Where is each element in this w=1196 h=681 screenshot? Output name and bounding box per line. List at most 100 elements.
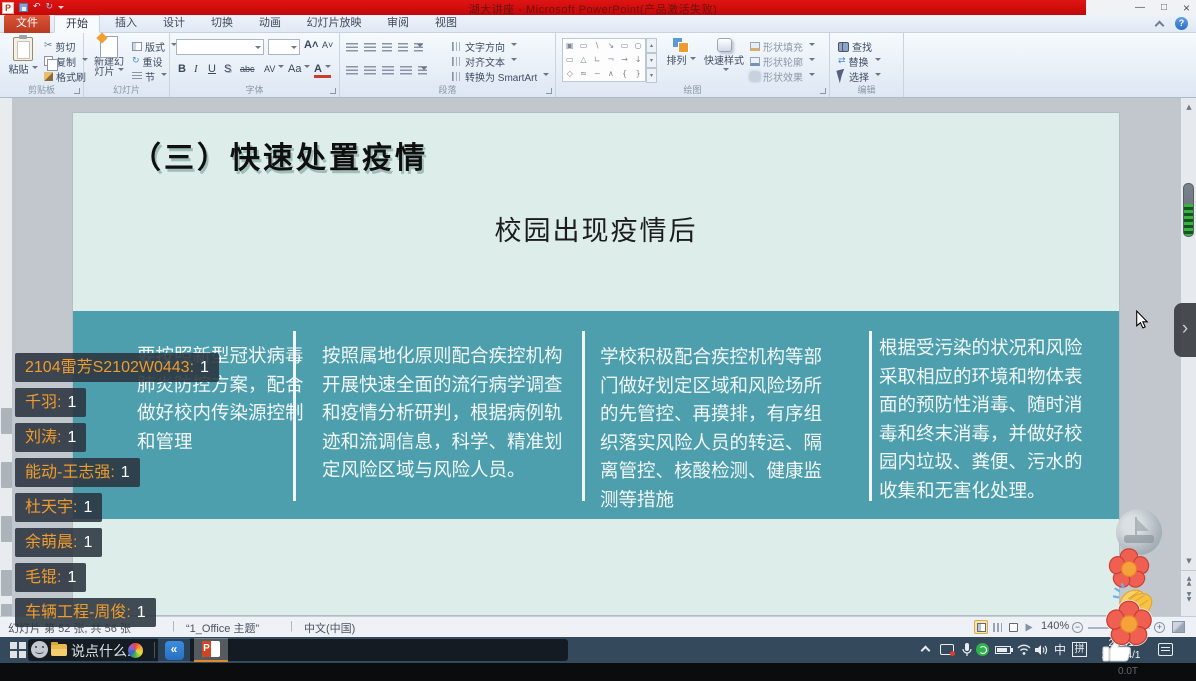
text-direction-button[interactable]: 文字方向: [452, 39, 517, 53]
shape-fill-button[interactable]: 形状填充: [750, 39, 815, 53]
underline-button[interactable]: U: [208, 63, 216, 75]
shape-icon[interactable]: ∧: [608, 70, 614, 78]
save-icon[interactable]: [19, 3, 28, 12]
shape-icon[interactable]: ¬: [607, 56, 614, 64]
screen-record-icon[interactable]: [940, 644, 954, 655]
grow-font-button[interactable]: A˄: [304, 39, 318, 51]
align-right-icon[interactable]: [382, 66, 394, 75]
format-painter-button[interactable]: 格式刷: [44, 69, 86, 83]
battery-icon[interactable]: [995, 646, 1011, 654]
align-text-button[interactable]: 对齐文本: [452, 54, 517, 68]
taskbar-item-meeting-app[interactable]: «: [158, 638, 190, 662]
convert-smartart-button[interactable]: 转换为 SmartArt: [452, 69, 549, 83]
quick-styles-button[interactable]: 快速样式: [702, 38, 746, 78]
qat-dropdown-icon[interactable]: [58, 6, 64, 12]
text-shadow-button[interactable]: S: [224, 63, 231, 75]
tray-expand-icon[interactable]: [921, 646, 931, 656]
shape-icon[interactable]: }: [636, 70, 641, 78]
maximize-button[interactable]: □: [1161, 3, 1167, 13]
shape-icon[interactable]: ≈: [580, 70, 587, 78]
shape-effects-button[interactable]: 形状效果: [750, 69, 815, 83]
copy-button[interactable]: 复制: [44, 54, 88, 68]
collapse-ribbon-icon[interactable]: [1155, 20, 1162, 27]
font-size-select[interactable]: [268, 39, 300, 55]
select-button[interactable]: 选择: [838, 69, 881, 83]
tab-home[interactable]: 开始: [54, 15, 100, 33]
bold-button[interactable]: B: [178, 63, 186, 75]
shape-icon[interactable]: \: [596, 42, 599, 50]
emoji-smiley-icon[interactable]: [31, 641, 48, 658]
italic-button[interactable]: I: [194, 63, 198, 75]
bullet-list-icon[interactable]: [346, 43, 358, 52]
previous-slide-button[interactable]: ▲▲: [1181, 576, 1196, 586]
slideshow-view-button[interactable]: [1022, 620, 1036, 634]
replace-button[interactable]: ⇄替换: [838, 54, 881, 68]
shape-icon[interactable]: △: [580, 56, 586, 64]
shapes-gallery[interactable]: ▣▭\↘▭○ ▭△∟¬→↓ ◇≈~∧{}: [562, 38, 646, 82]
shape-icon[interactable]: ▭: [566, 56, 574, 64]
undo-icon[interactable]: ↶: [33, 3, 41, 12]
next-slide-button[interactable]: ▼▼: [1181, 592, 1196, 602]
new-slide-button[interactable]: 新建幻灯片: [88, 36, 130, 78]
side-panel-toggle[interactable]: ›: [1174, 303, 1196, 357]
strikethrough-button[interactable]: abc: [240, 64, 255, 74]
microphone-icon[interactable]: [962, 643, 972, 657]
tab-slideshow[interactable]: 幻灯片放映: [296, 15, 372, 33]
scroll-down-icon[interactable]: ▼: [1181, 556, 1196, 566]
zoom-level[interactable]: 140%: [1041, 620, 1069, 632]
rainbow-logo-icon[interactable]: [128, 643, 143, 658]
tab-file[interactable]: 文件: [4, 15, 50, 33]
section-button[interactable]: 节: [132, 69, 167, 83]
line-spacing-icon[interactable]: [414, 43, 423, 52]
ime-mode-indicator[interactable]: 拼: [1072, 642, 1087, 657]
change-case-button[interactable]: Aa: [288, 63, 310, 75]
language-indicator[interactable]: 中文(中国): [304, 620, 355, 636]
dialog-launcher-icon[interactable]: [330, 88, 336, 94]
zoom-out-button[interactable]: −: [1072, 622, 1083, 633]
zoom-in-button[interactable]: +: [1154, 622, 1165, 633]
dialog-launcher-icon[interactable]: [74, 88, 80, 94]
font-color-button[interactable]: A: [314, 63, 331, 78]
shrink-font-button[interactable]: A˅: [322, 40, 333, 50]
increase-indent-icon[interactable]: [398, 43, 408, 52]
align-left-icon[interactable]: [346, 66, 358, 75]
close-button[interactable]: ×: [1183, 2, 1190, 14]
tab-design[interactable]: 设计: [152, 15, 196, 33]
columns-icon[interactable]: [418, 66, 427, 75]
vertical-scrollbar[interactable]: ▲ ▼ ▲▲ ▼▼: [1180, 98, 1196, 616]
font-name-select[interactable]: [176, 39, 264, 55]
tab-animations[interactable]: 动画: [248, 15, 292, 33]
ime-language-indicator[interactable]: 中: [1054, 644, 1066, 656]
shape-icon[interactable]: ↓: [635, 56, 642, 64]
shape-icon[interactable]: ▣: [566, 42, 574, 50]
reading-view-button[interactable]: [1006, 620, 1020, 634]
help-icon[interactable]: ?: [1175, 17, 1188, 30]
justify-icon[interactable]: [400, 66, 412, 75]
shape-icon[interactable]: ~: [594, 70, 601, 78]
shape-outline-button[interactable]: 形状轮廓: [750, 54, 815, 68]
align-center-icon[interactable]: [364, 66, 376, 75]
antivirus-tray-icon[interactable]: [976, 643, 989, 656]
minimize-button[interactable]: —: [1135, 3, 1145, 13]
shape-icon[interactable]: ↘: [607, 42, 614, 50]
powerpoint-app-icon[interactable]: P: [2, 2, 14, 14]
tab-view[interactable]: 视图: [424, 15, 468, 33]
dialog-launcher-icon[interactable]: [820, 88, 826, 94]
normal-view-button[interactable]: [974, 620, 988, 634]
shape-icon[interactable]: ▭: [621, 42, 629, 50]
paste-button[interactable]: 粘贴: [6, 37, 40, 76]
scrollbar-thumb[interactable]: [1183, 183, 1194, 237]
arrange-button[interactable]: 排列: [662, 38, 700, 67]
file-explorer-icon[interactable]: [51, 644, 67, 656]
slide-sorter-button[interactable]: [990, 620, 1004, 634]
start-button[interactable]: [10, 642, 26, 658]
shape-icon[interactable]: →: [621, 56, 628, 64]
shape-icon[interactable]: ▭: [580, 42, 588, 50]
tab-review[interactable]: 审阅: [376, 15, 420, 33]
tab-transitions[interactable]: 切换: [200, 15, 244, 33]
numbered-list-icon[interactable]: [364, 43, 376, 52]
slide-canvas[interactable]: （三）快速处置疫情 校园出现疫情后 要按照新型冠状病毒肺炎防控方案，配合做好校内…: [72, 112, 1120, 616]
reset-button[interactable]: ↻重设: [132, 54, 163, 68]
character-spacing-button[interactable]: AV: [264, 64, 284, 74]
dialog-launcher-icon[interactable]: [546, 88, 552, 94]
